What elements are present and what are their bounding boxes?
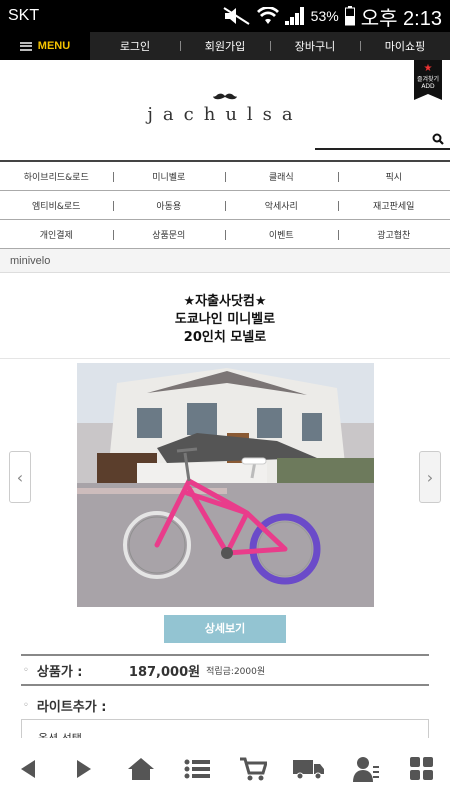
my-page-button[interactable] <box>346 749 386 789</box>
bottom-toolbar <box>0 738 450 800</box>
category-row: 하이브리드&로드 미니벨로 클래식 픽시 <box>0 162 450 191</box>
site-header: jachulsa ★ 즐겨찾기 ADD <box>0 60 450 160</box>
status-bar: SKT 53% 오후 2:13 <box>0 0 450 32</box>
category-row: 개인결제 상품문의 이벤트 광고협찬 <box>0 220 450 249</box>
battery-icon <box>344 6 355 26</box>
user-icon <box>352 757 379 782</box>
category-row: 엠티비&로드 아동용 악세사리 재고판세일 <box>0 191 450 220</box>
product-title: ★자출사닷컴★ 도쿄나인 미니벨로 20인치 모넬로 <box>0 281 450 359</box>
price-row: ◦ 상품가 : 187,000원 적립금:2000원 <box>21 654 429 686</box>
menu-label: MENU <box>37 40 71 52</box>
list-button[interactable] <box>177 749 217 789</box>
cart-icon <box>240 757 268 781</box>
category-stock-sale[interactable]: 재고판세일 <box>337 191 450 219</box>
category-event[interactable]: 이벤트 <box>225 220 338 248</box>
grid-icon <box>409 757 433 780</box>
category-accessories[interactable]: 악세사리 <box>225 191 338 219</box>
product-image <box>77 363 374 607</box>
home-icon <box>127 758 154 780</box>
category-hybrid-road[interactable]: 하이브리드&로드 <box>0 162 113 190</box>
back-button[interactable] <box>8 749 48 789</box>
battery-percent: 53% <box>310 8 339 24</box>
delivery-truck-icon <box>293 760 325 780</box>
category-mtb-road[interactable]: 엠티비&로드 <box>0 191 113 219</box>
bookmark-label: 즐겨찾기 <box>416 76 440 83</box>
category-sponsorship[interactable]: 광고협찬 <box>337 220 450 248</box>
points-value: 적립금:2000원 <box>206 666 266 677</box>
category-minivelo[interactable]: 미니벨로 <box>112 162 226 190</box>
nav-myshop[interactable]: 마이쇼핑 <box>360 32 450 60</box>
top-nav: MENU 로그인 회원가입 장바구니 마이쇼핑 <box>0 32 450 60</box>
next-image-button[interactable]: › <box>419 451 441 503</box>
star-icon: ★ <box>423 63 433 74</box>
product-gallery: ‹ › <box>0 359 450 615</box>
category-kids[interactable]: 아동용 <box>112 191 226 219</box>
back-icon <box>21 760 36 778</box>
price-value: 187,000원 <box>128 664 201 680</box>
category-personal-payment[interactable]: 개인결제 <box>0 220 113 248</box>
chevron-right-icon: › <box>426 467 434 487</box>
list-icon <box>184 759 210 779</box>
bookmark-add-label: ADD <box>421 83 435 90</box>
nav-cart[interactable]: 장바구니 <box>270 32 360 60</box>
option-row: ◦ 라이트추가 : <box>21 696 429 715</box>
delivery-button[interactable] <box>289 749 329 789</box>
clock: 오후 2:13 <box>360 7 442 30</box>
breadcrumb[interactable]: minivelo <box>0 249 450 273</box>
wifi-icon <box>256 7 279 24</box>
site-logo[interactable]: jachulsa <box>0 104 450 125</box>
category-product-inquiry[interactable]: 상품문의 <box>112 220 226 248</box>
search-icon[interactable] <box>432 133 444 145</box>
product-title-line-1: ★자출사닷컴★ <box>183 294 267 309</box>
home-button[interactable] <box>121 749 161 789</box>
bullet-icon: ◦ <box>23 664 29 676</box>
detail-view-button[interactable]: 상세보기 <box>164 615 286 643</box>
grid-menu-button[interactable] <box>402 749 442 789</box>
signal-icon <box>284 7 304 25</box>
forward-button[interactable] <box>64 749 104 789</box>
option-label: 라이트추가 : <box>36 700 107 715</box>
prev-image-button[interactable]: ‹ <box>9 451 31 503</box>
category-grid: 하이브리드&로드 미니벨로 클래식 픽시 엠티비&로드 아동용 악세사리 재고판… <box>0 160 450 249</box>
forward-icon <box>77 760 92 778</box>
mute-icon <box>223 7 250 25</box>
carrier-label: SKT <box>8 7 40 24</box>
chevron-left-icon: ‹ <box>16 467 24 487</box>
cart-button[interactable] <box>233 749 273 789</box>
search-input[interactable] <box>315 148 450 150</box>
nav-login[interactable]: 로그인 <box>90 32 180 60</box>
bookmark-add-button[interactable]: ★ 즐겨찾기 ADD <box>414 60 442 100</box>
nav-signup[interactable]: 회원가입 <box>180 32 270 60</box>
product-title-line-2: 도쿄나인 미니벨로 <box>174 312 276 327</box>
bullet-icon: ◦ <box>23 700 29 711</box>
price-label: 상품가 : <box>36 664 83 680</box>
category-classic[interactable]: 클래식 <box>225 162 338 190</box>
category-fixie[interactable]: 픽시 <box>337 162 450 190</box>
mustache-icon <box>213 93 237 100</box>
menu-button[interactable]: MENU <box>0 32 90 60</box>
hamburger-icon <box>19 41 32 51</box>
product-title-line-3: 20인치 모넬로 <box>183 330 267 345</box>
